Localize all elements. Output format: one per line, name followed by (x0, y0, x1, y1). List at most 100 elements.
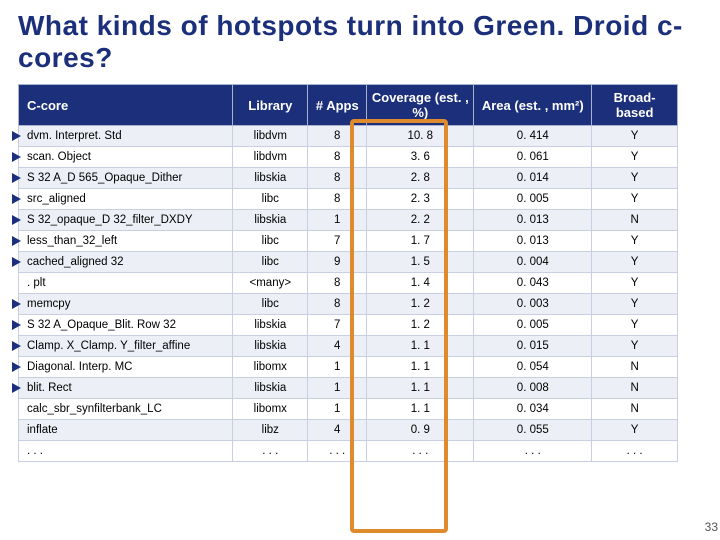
table-row: . . .. . .. . .. . .. . .. . . (19, 441, 678, 462)
cell-area: 0. 061 (474, 147, 592, 168)
cell-ccore: dvm. Interpret. Std (19, 126, 233, 147)
cell-library: . . . (233, 441, 308, 462)
cell-broad: N (592, 210, 678, 231)
row-arrow-icon (12, 362, 21, 372)
cell-broad: Y (592, 420, 678, 441)
page-number: 33 (705, 520, 718, 534)
row-arrow-icon (12, 236, 21, 246)
cell-coverage: 2. 8 (367, 168, 474, 189)
cell-area: 0. 054 (474, 357, 592, 378)
cell-coverage: 2. 3 (367, 189, 474, 210)
row-arrow-icon (12, 383, 21, 393)
cell-broad: Y (592, 126, 678, 147)
cell-coverage: 1. 4 (367, 273, 474, 294)
cell-coverage: 1. 1 (367, 357, 474, 378)
col-header-area: Area (est. , mm²) (474, 85, 592, 126)
cell-broad: Y (592, 315, 678, 336)
cell-apps: 1 (308, 399, 367, 420)
cell-area: 0. 414 (474, 126, 592, 147)
ccore-table: C-core Library # Apps Coverage (est. , %… (18, 84, 678, 462)
cell-library: libomx (233, 357, 308, 378)
cell-library: libc (233, 252, 308, 273)
cell-ccore: Clamp. X_Clamp. Y_filter_affine (19, 336, 233, 357)
row-arrow-icon (12, 341, 21, 351)
cell-broad: N (592, 399, 678, 420)
cell-apps: 8 (308, 147, 367, 168)
row-arrow-icon (12, 194, 21, 204)
cell-apps: 1 (308, 378, 367, 399)
cell-library: libc (233, 231, 308, 252)
table-row: S 32 A_Opaque_Blit. Row 32libskia71. 20.… (19, 315, 678, 336)
cell-apps: 8 (308, 273, 367, 294)
cell-area: 0. 004 (474, 252, 592, 273)
cell-coverage: 1. 1 (367, 336, 474, 357)
table-row: cached_aligned 32libc91. 50. 004Y (19, 252, 678, 273)
cell-area: 0. 034 (474, 399, 592, 420)
slide-title: What kinds of hotspots turn into Green. … (18, 10, 702, 74)
table-row: S 32_opaque_D 32_filter_DXDYlibskia12. 2… (19, 210, 678, 231)
cell-library: libskia (233, 168, 308, 189)
table-row: src_alignedlibc82. 30. 005Y (19, 189, 678, 210)
table-row: . plt<many>81. 40. 043Y (19, 273, 678, 294)
cell-coverage: 1. 2 (367, 315, 474, 336)
cell-library: libc (233, 189, 308, 210)
cell-area: 0. 003 (474, 294, 592, 315)
cell-coverage: 1. 2 (367, 294, 474, 315)
table-row: Clamp. X_Clamp. Y_filter_affinelibskia41… (19, 336, 678, 357)
cell-ccore: inflate (19, 420, 233, 441)
col-header-coverage: Coverage (est. , %) (367, 85, 474, 126)
cell-ccore: calc_sbr_synfilterbank_LC (19, 399, 233, 420)
cell-broad: . . . (592, 441, 678, 462)
cell-broad: Y (592, 147, 678, 168)
cell-apps: . . . (308, 441, 367, 462)
cell-apps: 1 (308, 357, 367, 378)
slide: What kinds of hotspots turn into Green. … (0, 0, 720, 540)
cell-library: libskia (233, 378, 308, 399)
cell-area: 0. 014 (474, 168, 592, 189)
cell-ccore: . . . (19, 441, 233, 462)
cell-apps: 4 (308, 336, 367, 357)
cell-library: libskia (233, 336, 308, 357)
cell-ccore: scan. Object (19, 147, 233, 168)
cell-broad: N (592, 357, 678, 378)
cell-apps: 8 (308, 189, 367, 210)
cell-area: 0. 015 (474, 336, 592, 357)
cell-area: 0. 055 (474, 420, 592, 441)
row-arrow-icon (12, 152, 21, 162)
table-row: scan. Objectlibdvm83. 60. 061Y (19, 147, 678, 168)
cell-library: libomx (233, 399, 308, 420)
cell-coverage: 1. 5 (367, 252, 474, 273)
row-arrow-icon (12, 257, 21, 267)
cell-area: 0. 013 (474, 231, 592, 252)
cell-broad: Y (592, 189, 678, 210)
table-header-row: C-core Library # Apps Coverage (est. , %… (19, 85, 678, 126)
col-header-library: Library (233, 85, 308, 126)
row-arrow-icon (12, 215, 21, 225)
cell-broad: Y (592, 294, 678, 315)
cell-apps: 1 (308, 210, 367, 231)
cell-library: <many> (233, 273, 308, 294)
row-arrow-icon (12, 320, 21, 330)
cell-area: 0. 005 (474, 315, 592, 336)
cell-library: libz (233, 420, 308, 441)
cell-ccore: src_aligned (19, 189, 233, 210)
cell-ccore: cached_aligned 32 (19, 252, 233, 273)
cell-apps: 8 (308, 168, 367, 189)
cell-ccore: S 32 A_D 565_Opaque_Dither (19, 168, 233, 189)
cell-ccore: Diagonal. Interp. MC (19, 357, 233, 378)
cell-library: libdvm (233, 126, 308, 147)
col-header-ccore: C-core (19, 85, 233, 126)
table-row: Diagonal. Interp. MClibomx11. 10. 054N (19, 357, 678, 378)
cell-broad: Y (592, 231, 678, 252)
cell-broad: Y (592, 273, 678, 294)
cell-area: . . . (474, 441, 592, 462)
cell-broad: Y (592, 336, 678, 357)
cell-coverage: 1. 7 (367, 231, 474, 252)
table-row: less_than_32_leftlibc71. 70. 013Y (19, 231, 678, 252)
cell-ccore: . plt (19, 273, 233, 294)
cell-coverage: . . . (367, 441, 474, 462)
row-arrow-icon (12, 173, 21, 183)
cell-broad: Y (592, 252, 678, 273)
cell-apps: 9 (308, 252, 367, 273)
cell-library: libskia (233, 315, 308, 336)
